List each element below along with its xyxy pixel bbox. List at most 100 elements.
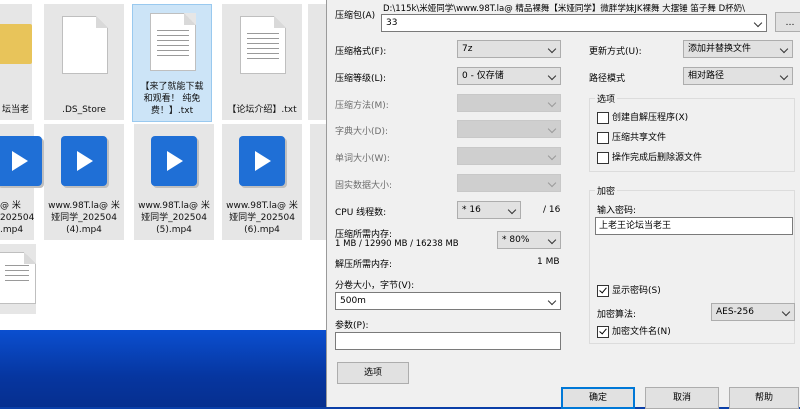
enc-method-select[interactable]: AES-256 bbox=[711, 303, 795, 321]
split-size-combo[interactable]: 500m bbox=[335, 292, 561, 310]
enc-method-label: 加密算法: bbox=[597, 310, 637, 320]
show-password-checkbox[interactable]: 显示密码(S) bbox=[597, 285, 661, 297]
chevron-down-icon bbox=[547, 124, 557, 134]
chevron-down-icon bbox=[547, 296, 557, 306]
format-value: 7z bbox=[462, 44, 473, 54]
video-file-icon bbox=[0, 130, 44, 188]
path-label: 路径模式 bbox=[589, 74, 626, 84]
file-tile-video[interactable]: @ 米 202504 .mp4 bbox=[0, 124, 42, 240]
level-value: 0 - 仅存储 bbox=[462, 71, 504, 81]
checkbox-box-checked bbox=[597, 285, 609, 297]
video-file-icon bbox=[149, 130, 199, 188]
delete-checkbox[interactable]: 操作完成后删除源文件 bbox=[597, 152, 702, 164]
file-tile-txt-selected[interactable]: 【来了就能下载 和观看！ 纯免 费！】.txt bbox=[132, 4, 212, 122]
file-tile-txt[interactable]: 【论坛介绍】.txt bbox=[222, 4, 302, 120]
file-tile-ds-store[interactable]: .DS_Store bbox=[44, 4, 124, 120]
chevron-down-icon bbox=[547, 44, 557, 54]
word-select bbox=[457, 147, 561, 165]
checkbox-box bbox=[597, 152, 609, 164]
file-label: 坛当老 bbox=[2, 105, 30, 115]
encryption-group-title: 加密 bbox=[595, 184, 618, 197]
method-select bbox=[457, 94, 561, 112]
method-label: 压缩方法(M): bbox=[335, 101, 389, 111]
mem-comp-value: 1 MB / 12990 MB / 16238 MB bbox=[335, 239, 459, 249]
text-file-icon bbox=[240, 16, 286, 74]
video-file-icon bbox=[237, 130, 287, 188]
chevron-down-icon bbox=[547, 98, 557, 108]
encrypt-names-checkbox[interactable]: 加密文件名(N) bbox=[597, 326, 671, 338]
solid-label: 固实数据大小: bbox=[335, 181, 393, 191]
enc-method-value: AES-256 bbox=[716, 307, 754, 317]
format-select[interactable]: 7z bbox=[457, 40, 561, 58]
threads-value: * 16 bbox=[462, 205, 481, 215]
text-file-icon bbox=[150, 13, 196, 71]
mem-percent-value: * 80% bbox=[502, 235, 530, 245]
shared-label: 压缩共享文件 bbox=[612, 133, 667, 143]
dict-label: 字典大小(D): bbox=[335, 127, 388, 137]
checkbox-box-checked bbox=[597, 326, 609, 338]
chevron-down-icon bbox=[547, 71, 557, 81]
file-label: 【来了就能下载 和观看！ 纯免 费！】.txt bbox=[140, 82, 204, 116]
file-icon bbox=[0, 252, 36, 304]
update-select[interactable]: 添加并替换文件 bbox=[683, 40, 793, 58]
chevron-down-icon bbox=[781, 307, 791, 317]
password-label: 输入密码: bbox=[597, 206, 637, 216]
sfx-checkbox[interactable]: 创建自解压程序(X) bbox=[597, 112, 688, 124]
checkbox-box bbox=[597, 112, 609, 124]
options-button[interactable]: 选项 bbox=[337, 362, 409, 384]
file-tile-video[interactable]: www.98T.la@ 米 娅同学_202504 (4).mp4 bbox=[44, 124, 124, 240]
split-size-value: 500m bbox=[340, 296, 366, 306]
mem-decomp-label: 解压所需内存: bbox=[335, 260, 393, 270]
file-icon bbox=[62, 16, 108, 74]
mem-percent-select[interactable]: * 80% bbox=[497, 231, 561, 249]
add-to-archive-dialog: 压缩包(A) D:\115k\米娅同学\www.98T.la@ 精品裸舞【米娅同… bbox=[326, 0, 800, 409]
path-value: 相对路径 bbox=[688, 71, 725, 81]
chevron-down-icon bbox=[507, 205, 517, 215]
file-tile-video[interactable]: www.98T.la@ 米 娅同学_202504 (5).mp4 bbox=[134, 124, 214, 240]
chevron-down-icon bbox=[753, 18, 763, 28]
params-label: 参数(P): bbox=[335, 321, 369, 331]
file-tile-partial[interactable] bbox=[308, 4, 326, 120]
ok-button[interactable]: 确定 bbox=[561, 387, 635, 409]
options-group-title: 选项 bbox=[595, 92, 618, 105]
password-input[interactable]: 上老王论坛当老王 bbox=[595, 217, 793, 235]
chevron-down-icon bbox=[547, 235, 557, 245]
archive-name-combo[interactable]: 33 bbox=[381, 14, 767, 32]
file-label: @ 米 202504 .mp4 bbox=[0, 201, 35, 235]
threads-select[interactable]: * 16 bbox=[457, 201, 521, 219]
file-label: 【论坛介绍】.txt bbox=[227, 105, 297, 115]
video-file-icon bbox=[59, 130, 109, 188]
file-tile-partial[interactable] bbox=[310, 124, 326, 240]
path-select[interactable]: 相对路径 bbox=[683, 67, 793, 85]
delete-label: 操作完成后删除源文件 bbox=[612, 153, 703, 163]
help-button[interactable]: 帮助 bbox=[729, 387, 799, 409]
file-tile-video[interactable]: www.98T.la@ 米 娅同学_202504 (6).mp4 bbox=[222, 124, 302, 240]
archive-name-value: 33 bbox=[386, 18, 398, 28]
file-label: www.98T.la@ 米 娅同学_202504 (4).mp4 bbox=[48, 201, 120, 235]
encrypt-names-label: 加密文件名(N) bbox=[612, 327, 671, 337]
folder-icon bbox=[0, 24, 32, 64]
file-tile-partial[interactable] bbox=[0, 244, 36, 314]
chevron-down-icon bbox=[547, 178, 557, 188]
cancel-button[interactable]: 取消 bbox=[645, 387, 719, 409]
file-label: www.98T.la@ 米 娅同学_202504 (5).mp4 bbox=[138, 201, 210, 235]
checkbox-box bbox=[597, 132, 609, 144]
threads-label: CPU 线程数: bbox=[335, 208, 387, 218]
file-explorer: 坛当老 .DS_Store 【来了就能下载 和观看！ 纯免 费！】.txt 【论… bbox=[0, 0, 326, 407]
desktop-background bbox=[0, 330, 326, 407]
sfx-label: 创建自解压程序(X) bbox=[612, 113, 689, 123]
file-tile-folder[interactable]: 坛当老 bbox=[0, 4, 32, 120]
dict-select bbox=[457, 120, 561, 138]
format-label: 压缩格式(F): bbox=[335, 47, 387, 57]
level-label: 压缩等级(L): bbox=[335, 74, 387, 84]
solid-select bbox=[457, 174, 561, 192]
show-password-label: 显示密码(S) bbox=[612, 286, 661, 296]
chevron-down-icon bbox=[547, 151, 557, 161]
params-input[interactable] bbox=[335, 332, 561, 350]
level-select[interactable]: 0 - 仅存储 bbox=[457, 67, 561, 85]
browse-button[interactable]: … bbox=[775, 12, 800, 32]
update-label: 更新方式(U): bbox=[589, 47, 642, 57]
chevron-down-icon bbox=[779, 44, 789, 54]
shared-checkbox[interactable]: 压缩共享文件 bbox=[597, 132, 666, 144]
file-view: 坛当老 .DS_Store 【来了就能下载 和观看！ 纯免 费！】.txt 【论… bbox=[0, 0, 326, 330]
